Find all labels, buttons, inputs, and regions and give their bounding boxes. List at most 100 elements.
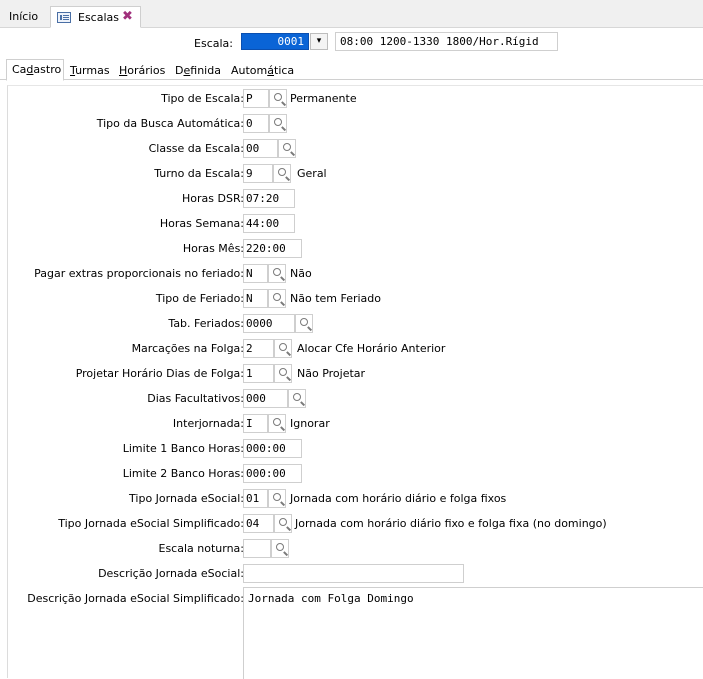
marcacoes-folga-lookup-button[interactable] bbox=[274, 339, 292, 358]
tipo-jornada-simpl-input[interactable]: 04 bbox=[243, 514, 274, 533]
desc-jornada-input[interactable] bbox=[243, 564, 464, 583]
turno-escala-desc: Geral bbox=[297, 167, 327, 180]
tab-cadastro[interactable]: Cadastro bbox=[6, 59, 64, 81]
search-icon bbox=[274, 93, 282, 101]
desc-jornada-simpl-textarea[interactable]: Jornada com Folga Domingo bbox=[243, 587, 703, 679]
tab-automatica-label-post: tica bbox=[274, 64, 295, 77]
desc-jornada-simpl-label: Descrição Jornada eSocial Simplificado: bbox=[27, 592, 244, 605]
escala-noturna-label: Escala noturna: bbox=[158, 542, 245, 555]
tab-feriados-input[interactable]: 0000 bbox=[243, 314, 295, 333]
tab-turmas[interactable]: Turmas bbox=[70, 62, 110, 80]
pagar-extras-desc: Não bbox=[290, 267, 312, 280]
row-escala-noturna: Escala noturna: bbox=[8, 538, 703, 558]
escala-header: Escala: 0001 ▾ 08:00 1200-1330 1800/Hor.… bbox=[0, 28, 703, 58]
search-icon bbox=[279, 368, 287, 376]
escala-dropdown-button[interactable]: ▾ bbox=[310, 33, 328, 50]
cadastro-form: Tipo de Escala: P Permanente Tipo da Bus… bbox=[7, 85, 703, 679]
pagar-extras-label: Pagar extras proporcionais no feriado: bbox=[34, 267, 244, 280]
tipo-busca-label: Tipo da Busca Automática: bbox=[96, 117, 244, 130]
escala-noturna-lookup-button[interactable] bbox=[271, 539, 289, 558]
row-marcacoes-folga: Marcações na Folga: 2 Alocar Cfe Horário… bbox=[8, 338, 703, 358]
tipo-escala-lookup-button[interactable] bbox=[269, 89, 287, 108]
search-icon bbox=[273, 493, 281, 501]
interjornada-desc: Ignorar bbox=[290, 417, 330, 430]
limite2-input[interactable]: 000:00 bbox=[243, 464, 302, 483]
marcacoes-folga-input[interactable]: 2 bbox=[243, 339, 274, 358]
classe-escala-label: Classe da Escala: bbox=[148, 142, 244, 155]
interjornada-lookup-button[interactable] bbox=[268, 414, 286, 433]
tab-escalas-label: Escalas bbox=[78, 11, 119, 24]
close-icon[interactable]: ✖ bbox=[122, 9, 133, 24]
tipo-jornada-simpl-lookup-button[interactable] bbox=[274, 514, 292, 533]
horas-mes-input[interactable]: 220:00 bbox=[243, 239, 302, 258]
escala-noturna-input[interactable] bbox=[243, 539, 271, 558]
turno-escala-input[interactable]: 9 bbox=[243, 164, 273, 183]
pagar-extras-input[interactable]: N bbox=[243, 264, 268, 283]
marcacoes-folga-desc: Alocar Cfe Horário Anterior bbox=[297, 342, 446, 355]
turno-escala-lookup-button[interactable] bbox=[273, 164, 291, 183]
tab-escalas[interactable]: Escalas ✖ bbox=[50, 6, 141, 28]
tipo-feriado-label: Tipo de Feriado: bbox=[155, 292, 244, 305]
tipo-busca-lookup-button[interactable] bbox=[269, 114, 287, 133]
tab-inicio-label: Início bbox=[9, 10, 39, 23]
tipo-jornada-lookup-button[interactable] bbox=[268, 489, 286, 508]
dias-facultativos-input[interactable]: 000 bbox=[243, 389, 288, 408]
row-limite2: Limite 2 Banco Horas: 000:00 bbox=[8, 463, 703, 483]
search-icon bbox=[300, 318, 308, 326]
classe-escala-lookup-button[interactable] bbox=[278, 139, 296, 158]
tipo-escala-input[interactable]: P bbox=[243, 89, 269, 108]
horas-mes-label: Horas Mês: bbox=[182, 242, 244, 255]
row-dias-facultativos: Dias Facultativos: 000 bbox=[8, 388, 703, 408]
desc-jornada-label: Descrição Jornada eSocial: bbox=[98, 567, 244, 580]
projetar-horario-lookup-button[interactable] bbox=[274, 364, 292, 383]
row-projetar-horario: Projetar Horário Dias de Folga: 1 Não Pr… bbox=[8, 363, 703, 383]
classe-escala-input[interactable]: 00 bbox=[243, 139, 278, 158]
tipo-feriado-lookup-button[interactable] bbox=[268, 289, 286, 308]
form-icon bbox=[57, 12, 71, 23]
dias-facultativos-label: Dias Facultativos: bbox=[147, 392, 244, 405]
tab-horarios[interactable]: Horários bbox=[119, 62, 165, 80]
tipo-feriado-desc: Não tem Feriado bbox=[290, 292, 382, 305]
dias-facultativos-lookup-button[interactable] bbox=[288, 389, 306, 408]
search-icon bbox=[293, 393, 301, 401]
interjornada-input[interactable]: I bbox=[243, 414, 268, 433]
row-tipo-feriado: Tipo de Feriado: N Não tem Feriado bbox=[8, 288, 703, 308]
escala-label: Escala: bbox=[194, 37, 233, 50]
tipo-jornada-simpl-desc: Jornada com horário diário fixo e folga … bbox=[295, 517, 607, 530]
search-icon bbox=[278, 168, 286, 176]
escala-code-input[interactable]: 0001 bbox=[241, 33, 309, 50]
pagar-extras-lookup-button[interactable] bbox=[268, 264, 286, 283]
horas-dsr-input[interactable]: 07:20 bbox=[243, 189, 295, 208]
search-icon bbox=[273, 268, 281, 276]
tab-automatica[interactable]: Automática bbox=[231, 62, 294, 80]
tab-inicio[interactable]: Início bbox=[2, 6, 48, 28]
horas-semana-label: Horas Semana: bbox=[159, 217, 244, 230]
row-interjornada: Interjornada: I Ignorar bbox=[8, 413, 703, 433]
row-horas-mes: Horas Mês: 220:00 bbox=[8, 238, 703, 258]
row-tab-feriados: Tab. Feriados: 0000 bbox=[8, 313, 703, 333]
tipo-escala-desc: Permanente bbox=[290, 92, 357, 105]
limite1-input[interactable]: 000:00 bbox=[243, 439, 302, 458]
search-icon bbox=[279, 343, 287, 351]
marcacoes-folga-label: Marcações na Folga: bbox=[131, 342, 244, 355]
horas-semana-input[interactable]: 44:00 bbox=[243, 214, 295, 233]
tipo-escala-label: Tipo de Escala: bbox=[161, 92, 244, 105]
row-tipo-escala: Tipo de Escala: P Permanente bbox=[8, 88, 703, 108]
search-icon bbox=[274, 118, 282, 126]
escala-description: 08:00 1200-1330 1800/Hor.Rígid bbox=[335, 32, 558, 51]
tab-automatica-label-pre: Autom bbox=[231, 64, 268, 77]
projetar-horario-label: Projetar Horário Dias de Folga: bbox=[75, 367, 244, 380]
tab-definida[interactable]: Definida bbox=[175, 62, 221, 80]
limite1-label: Limite 1 Banco Horas: bbox=[122, 442, 244, 455]
tipo-jornada-label: Tipo Jornada eSocial: bbox=[129, 492, 244, 505]
tab-cadastro-label-post: astro bbox=[33, 63, 62, 76]
projetar-horario-input[interactable]: 1 bbox=[243, 364, 274, 383]
tipo-busca-input[interactable]: 0 bbox=[243, 114, 269, 133]
tab-feriados-lookup-button[interactable] bbox=[295, 314, 313, 333]
row-limite1: Limite 1 Banco Horas: 000:00 bbox=[8, 438, 703, 458]
tipo-feriado-input[interactable]: N bbox=[243, 289, 268, 308]
tipo-jornada-input[interactable]: 01 bbox=[243, 489, 268, 508]
turno-escala-label: Turno da Escala: bbox=[154, 167, 244, 180]
tab-cadastro-label-pre: Ca bbox=[12, 63, 27, 76]
tab-feriados-label: Tab. Feriados: bbox=[168, 317, 244, 330]
